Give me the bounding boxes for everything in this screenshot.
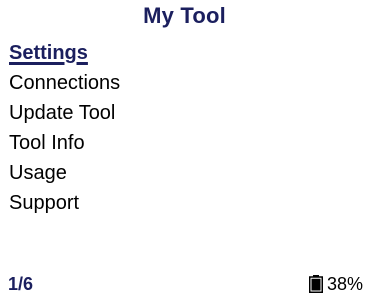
- menu-item-usage[interactable]: Usage: [9, 158, 120, 188]
- menu-item-support[interactable]: Support: [9, 188, 120, 218]
- screen-title: My Tool: [143, 3, 226, 28]
- battery-status: 38%: [308, 272, 363, 296]
- menu-item-settings[interactable]: Settings: [9, 38, 120, 68]
- main-menu: Settings Connections Update Tool Tool In…: [9, 38, 120, 218]
- page-indicator: 1/6: [8, 274, 34, 294]
- menu-item-tool-info[interactable]: Tool Info: [9, 128, 120, 158]
- menu-item-update-tool[interactable]: Update Tool: [9, 98, 120, 128]
- device-screen: My Tool Settings Connections Update Tool…: [0, 0, 369, 300]
- menu-item-connections[interactable]: Connections: [9, 68, 120, 98]
- battery-icon: [308, 275, 323, 293]
- battery-level: 38%: [326, 274, 363, 294]
